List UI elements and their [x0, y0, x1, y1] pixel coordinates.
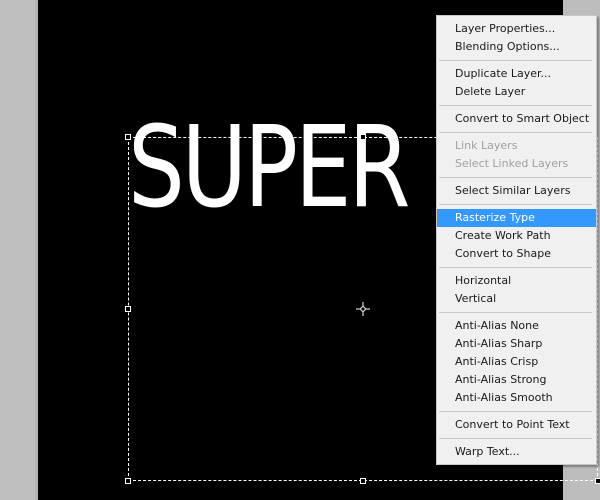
menu-item-delete-layer[interactable]: Delete Layer [437, 83, 596, 101]
menu-separator [439, 267, 592, 268]
menu-item-horizontal[interactable]: Horizontal [437, 272, 596, 290]
menu-item-warp-text[interactable]: Warp Text... [437, 443, 596, 461]
menu-separator [439, 204, 592, 205]
menu-item-select-similar-layers[interactable]: Select Similar Layers [437, 182, 596, 200]
menu-item-anti-alias-crisp[interactable]: Anti-Alias Crisp [437, 353, 596, 371]
menu-item-select-linked-layers: Select Linked Layers [455, 157, 569, 170]
menu-item-convert-to-point-text[interactable]: Convert to Point Text [437, 416, 596, 434]
menu-item-create-work-path[interactable]: Create Work Path [437, 227, 596, 245]
menu-item-anti-alias-sharp[interactable]: Anti-Alias Sharp [437, 335, 596, 353]
menu-separator [439, 105, 592, 106]
menu-item-blending-options[interactable]: Blending Options... [437, 38, 596, 56]
menu-separator [439, 411, 592, 412]
menu-item-convert-to-shape[interactable]: Convert to Shape [437, 245, 596, 263]
layer-context-menu: Layer Properties... Blending Options... Du… [436, 15, 597, 465]
menu-separator [439, 132, 592, 133]
menu-item-link-layers: Link Layers [455, 139, 518, 152]
transform-handle-middle-left[interactable] [125, 306, 131, 312]
menu-item-vertical[interactable]: Vertical [437, 290, 596, 308]
menu-item-rasterize-type[interactable]: Rasterize Type [437, 209, 596, 227]
transform-handle-bottom-right[interactable] [595, 478, 600, 484]
menu-item-anti-alias-none[interactable]: Anti-Alias None [437, 317, 596, 335]
menu-item-anti-alias-smooth[interactable]: Anti-Alias Smooth [437, 389, 596, 407]
menu-item-layer-properties[interactable]: Layer Properties... [437, 20, 596, 38]
menu-separator [439, 177, 592, 178]
menu-separator [439, 60, 592, 61]
transform-handle-bottom-center[interactable] [360, 478, 366, 484]
transform-handle-top-center[interactable] [360, 134, 366, 140]
menu-separator [439, 438, 592, 439]
menu-item-duplicate-layer[interactable]: Duplicate Layer... [437, 65, 596, 83]
menu-item-anti-alias-strong[interactable]: Anti-Alias Strong [437, 371, 596, 389]
menu-separator [439, 312, 592, 313]
reference-point-crosshair-icon[interactable] [356, 302, 370, 316]
menu-item-convert-to-smart-object[interactable]: Convert to Smart Object [437, 110, 596, 128]
transform-handle-bottom-left[interactable] [125, 478, 131, 484]
transform-handle-top-left[interactable] [125, 134, 131, 140]
